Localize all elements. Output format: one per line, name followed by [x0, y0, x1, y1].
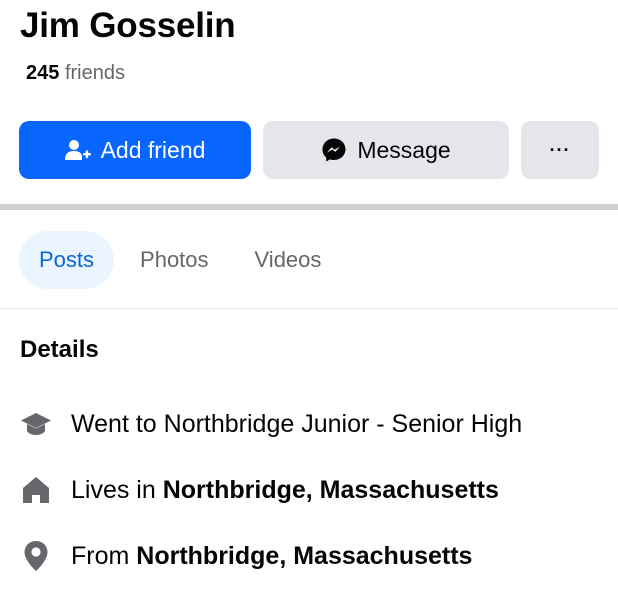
location-pin-icon [20, 540, 52, 572]
tab-photos[interactable]: Photos [120, 231, 229, 289]
detail-lives-in-text: Lives in Northbridge, Massachusetts [71, 475, 499, 504]
profile-tabs: Posts Photos Videos [19, 231, 341, 289]
detail-education[interactable]: Went to Northbridge Junior - Senior High [20, 408, 522, 440]
messenger-icon [321, 137, 347, 163]
add-friend-button[interactable]: Add friend [19, 121, 251, 179]
message-button[interactable]: Message [263, 121, 509, 179]
details-title: Details [20, 336, 99, 363]
more-options-icon: ··· [549, 139, 571, 160]
friends-count[interactable]: 245 friends [26, 62, 125, 85]
graduation-cap-icon [20, 408, 52, 440]
friends-count-number: 245 [26, 62, 60, 84]
more-options-button[interactable]: ··· [521, 121, 599, 179]
message-label: Message [357, 136, 451, 163]
profile-name: Jim Gosselin [20, 6, 236, 45]
section-divider [0, 204, 618, 210]
tabs-divider [0, 308, 618, 309]
home-icon [20, 474, 52, 506]
tab-posts[interactable]: Posts [19, 231, 115, 289]
tab-videos[interactable]: Videos [235, 231, 342, 289]
detail-from-text: From Northbridge, Massachusetts [71, 541, 473, 570]
add-friend-icon [64, 138, 91, 162]
add-friend-label: Add friend [100, 136, 206, 163]
detail-education-text: Went to Northbridge Junior - Senior High [71, 409, 523, 438]
detail-from[interactable]: From Northbridge, Massachusetts [20, 540, 472, 572]
friends-count-label: friends [64, 62, 125, 84]
detail-lives-in[interactable]: Lives in Northbridge, Massachusetts [20, 474, 499, 506]
